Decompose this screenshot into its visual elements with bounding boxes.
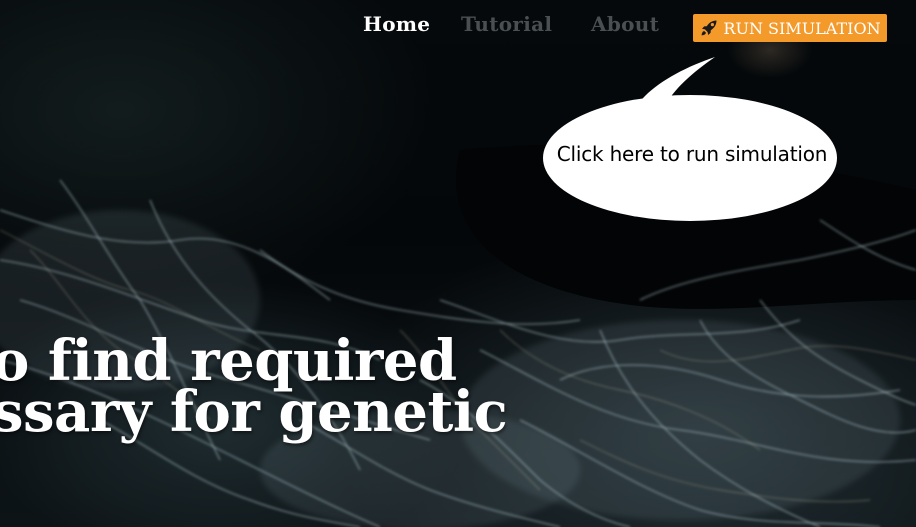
rocket-icon [699,18,719,38]
run-simulation-button[interactable]: RUN SIMULATION [693,14,887,42]
hero-headline-line-2: ssary for genetic [0,378,508,445]
callout-text: Click here to run simulation [556,142,828,166]
hero-headline: o find required ssary for genetic [0,333,508,445]
run-simulation-label: RUN SIMULATION [723,18,881,38]
nav-link-home[interactable]: Home [363,12,430,36]
nav-link-about[interactable]: About [591,12,659,36]
speech-bubble [543,57,837,221]
nav-link-tutorial[interactable]: Tutorial [461,12,552,36]
page: Home Tutorial About RUN SIMULATION Click… [0,0,916,527]
